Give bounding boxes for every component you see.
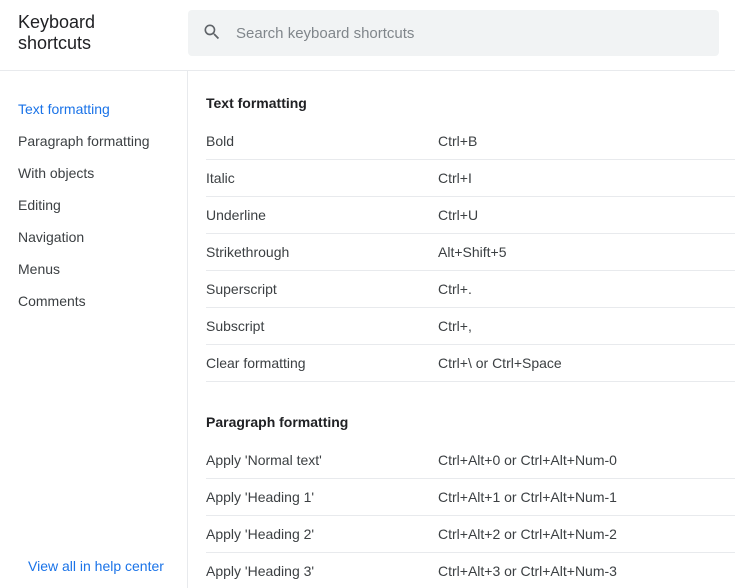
shortcut-keys: Ctrl+Alt+3 or Ctrl+Alt+Num-3 <box>438 563 735 579</box>
shortcut-label: Apply 'Heading 3' <box>206 563 438 579</box>
page-title: Keyboard shortcuts <box>16 12 188 54</box>
shortcut-label: Strikethrough <box>206 244 438 260</box>
shortcut-keys: Ctrl+U <box>438 207 735 223</box>
header: Keyboard shortcuts <box>0 0 735 71</box>
sidebar-item-0[interactable]: Text formatting <box>16 93 187 125</box>
shortcut-label: Underline <box>206 207 438 223</box>
sidebar-item-6[interactable]: Comments <box>16 285 187 317</box>
shortcut-row: BoldCtrl+B <box>206 123 735 160</box>
shortcut-label: Subscript <box>206 318 438 334</box>
shortcut-keys: Ctrl+, <box>438 318 735 334</box>
shortcut-keys: Ctrl+. <box>438 281 735 297</box>
shortcut-label: Apply 'Heading 1' <box>206 489 438 505</box>
sidebar: Text formattingParagraph formattingWith … <box>0 71 188 588</box>
shortcut-keys: Ctrl+Alt+2 or Ctrl+Alt+Num-2 <box>438 526 735 542</box>
shortcut-label: Italic <box>206 170 438 186</box>
shortcut-keys: Ctrl+Alt+0 or Ctrl+Alt+Num-0 <box>438 452 735 468</box>
nav-list: Text formattingParagraph formattingWith … <box>16 93 187 317</box>
shortcut-row: Apply 'Heading 2'Ctrl+Alt+2 or Ctrl+Alt+… <box>206 516 735 553</box>
shortcut-keys: Alt+Shift+5 <box>438 244 735 260</box>
shortcut-row: ItalicCtrl+I <box>206 160 735 197</box>
shortcut-row: Clear formattingCtrl+\ or Ctrl+Space <box>206 345 735 382</box>
shortcut-label: Clear formatting <box>206 355 438 371</box>
search-icon <box>202 22 222 45</box>
sidebar-item-1[interactable]: Paragraph formatting <box>16 125 187 157</box>
shortcut-row: UnderlineCtrl+U <box>206 197 735 234</box>
shortcut-keys: Ctrl+Alt+1 or Ctrl+Alt+Num-1 <box>438 489 735 505</box>
content: Text formattingBoldCtrl+BItalicCtrl+IUnd… <box>188 71 735 588</box>
search-box[interactable] <box>188 10 719 56</box>
shortcut-row: Apply 'Normal text'Ctrl+Alt+0 or Ctrl+Al… <box>206 442 735 479</box>
sidebar-item-4[interactable]: Navigation <box>16 221 187 253</box>
section-0: Text formattingBoldCtrl+BItalicCtrl+IUnd… <box>206 95 735 382</box>
sidebar-item-3[interactable]: Editing <box>16 189 187 221</box>
body: Text formattingParagraph formattingWith … <box>0 71 735 588</box>
section-title: Text formatting <box>206 95 735 111</box>
shortcut-row: SuperscriptCtrl+. <box>206 271 735 308</box>
section-1: Paragraph formattingApply 'Normal text'C… <box>206 414 735 588</box>
shortcut-row: SubscriptCtrl+, <box>206 308 735 345</box>
sidebar-item-5[interactable]: Menus <box>16 253 187 285</box>
shortcut-label: Bold <box>206 133 438 149</box>
shortcut-label: Apply 'Heading 2' <box>206 526 438 542</box>
search-input[interactable] <box>236 25 705 42</box>
sidebar-item-2[interactable]: With objects <box>16 157 187 189</box>
shortcut-label: Apply 'Normal text' <box>206 452 438 468</box>
help-center-link[interactable]: View all in help center <box>28 558 164 574</box>
shortcut-keys: Ctrl+I <box>438 170 735 186</box>
section-title: Paragraph formatting <box>206 414 735 430</box>
shortcut-row: Apply 'Heading 1'Ctrl+Alt+1 or Ctrl+Alt+… <box>206 479 735 516</box>
shortcut-row: StrikethroughAlt+Shift+5 <box>206 234 735 271</box>
shortcut-row: Apply 'Heading 3'Ctrl+Alt+3 or Ctrl+Alt+… <box>206 553 735 588</box>
shortcut-keys: Ctrl+B <box>438 133 735 149</box>
shortcut-label: Superscript <box>206 281 438 297</box>
shortcut-keys: Ctrl+\ or Ctrl+Space <box>438 355 735 371</box>
